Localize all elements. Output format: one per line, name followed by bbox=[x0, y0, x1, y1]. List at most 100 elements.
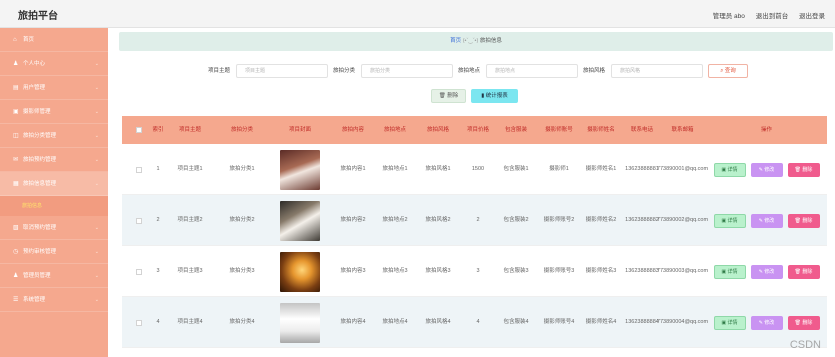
operations-cell: ▣ 详情 ✎ 修改 🗑 删除 bbox=[706, 246, 827, 297]
delete-button[interactable]: 🗑 删除 bbox=[787, 315, 820, 330]
column-header: 旅拍地点 bbox=[383, 127, 406, 133]
cover-cell bbox=[272, 144, 328, 195]
chevron-down-icon: ⌄ bbox=[94, 273, 99, 279]
cell-style: 旅拍风格2 bbox=[425, 217, 451, 223]
stats-report-label: 统计报表 bbox=[485, 93, 508, 99]
main-content: 首页 (•ˇ‿ˇ•) 旅拍信息 项目主题 项目主题 旅拍分类 旅拍分类 旅拍地点… bbox=[108, 28, 835, 357]
row-checkbox-cell bbox=[134, 144, 144, 195]
detail-button[interactable]: ▣ 详情 bbox=[713, 264, 746, 279]
sidebar-item[interactable]: ◫ 旅拍分类管理 ⌄ bbox=[0, 124, 108, 148]
edit-button[interactable]: ✎ 修改 bbox=[750, 213, 783, 228]
cell-email: 773890001@qq.com bbox=[656, 166, 709, 172]
delete-label: 删除 bbox=[802, 319, 813, 326]
table-row: 2 项目主题2 旅拍分类2 旅拍内容2 旅拍地点2 旅拍风格2 2 包含服装2 摄影师账号2 摄影… bbox=[122, 195, 827, 246]
sidebar-item[interactable]: ▧ 取消预约管理 ⌄ bbox=[0, 216, 108, 240]
cell-index: 3 bbox=[156, 268, 160, 274]
cancel-icon: ▧ bbox=[13, 225, 19, 231]
detail-label: 详情 bbox=[727, 319, 738, 326]
detail-label: 详情 bbox=[727, 166, 738, 173]
sidebar-item-label: 摄影师管理 bbox=[23, 109, 51, 115]
cover-image[interactable] bbox=[280, 251, 320, 292]
edit-label: 修改 bbox=[764, 268, 775, 275]
search-input-theme[interactable]: 项目主题 bbox=[236, 64, 328, 78]
logout-link[interactable]: 退出登录 bbox=[799, 13, 825, 20]
sidebar-item[interactable]: ⌂ 首页 bbox=[0, 28, 108, 52]
sidebar: ⌂ 首页 ♟ 个人中心 ⌄ ▤ 用户管理 ⌄ ▣ 摄影师管理 ⌄ ◫ 旅拍分类管理 ⌄ ✉ 旅拍预约管理 ⌄ ▦ 旅… bbox=[0, 28, 108, 357]
cell-place: 旅拍地点4 bbox=[382, 319, 408, 325]
row-checkbox[interactable] bbox=[136, 166, 142, 173]
cover-cell bbox=[272, 246, 328, 297]
breadcrumb-home[interactable]: 首页 bbox=[450, 38, 461, 44]
cell-phone: 13623888882 bbox=[625, 217, 659, 223]
cell-account: 摄影师1 bbox=[549, 166, 569, 172]
chevron-down-icon: ⌄ bbox=[94, 225, 99, 231]
search-label-place: 旅拍地点 bbox=[458, 68, 481, 74]
cell-theme: 项目主题2 bbox=[177, 217, 203, 223]
detail-button[interactable]: ▣ 详情 bbox=[713, 213, 746, 228]
column-header: 项目封面 bbox=[288, 127, 311, 133]
stats-report-button[interactable]: ▮ 统计报表 bbox=[471, 89, 518, 103]
cell-content: 旅拍内容4 bbox=[340, 319, 366, 325]
detail-button[interactable]: ▣ 详情 bbox=[713, 162, 746, 177]
system-icon: ☰ bbox=[13, 297, 19, 303]
search-input-category[interactable]: 旅拍分类 bbox=[361, 64, 453, 78]
cell-price: 2 bbox=[476, 217, 480, 223]
watermark: CSDN bbox=[789, 339, 821, 351]
sidebar-item[interactable]: ✉ 旅拍预约管理 ⌄ bbox=[0, 148, 108, 172]
sidebar-item[interactable]: ▦ 旅拍信息管理 ⌄ bbox=[0, 172, 108, 196]
delete-button[interactable]: 🗑 删除 bbox=[787, 162, 820, 177]
column-header: 项目主题 bbox=[178, 127, 201, 133]
row-checkbox[interactable] bbox=[136, 268, 142, 275]
sidebar-item[interactable]: ▤ 用户管理 ⌄ bbox=[0, 76, 108, 100]
cell-account: 摄影师账号4 bbox=[543, 319, 575, 325]
cover-image[interactable] bbox=[280, 200, 320, 241]
delete-button[interactable]: 🗑 删除 bbox=[787, 264, 820, 279]
category-icon: ◫ bbox=[13, 133, 19, 139]
admin-icon: ♟ bbox=[13, 273, 19, 279]
sidebar-item[interactable]: ☰ 系统管理 ⌄ bbox=[0, 288, 108, 312]
chevron-down-icon: ⌄ bbox=[94, 157, 99, 163]
operations-cell: ▣ 详情 ✎ 修改 🗑 删除 bbox=[706, 144, 827, 195]
delete-button[interactable]: 🗑 删除 bbox=[787, 213, 820, 228]
detail-button[interactable]: ▣ 详情 bbox=[713, 315, 746, 330]
cover-image[interactable] bbox=[280, 302, 320, 343]
column-header: 索引 bbox=[152, 127, 164, 133]
search-input-style[interactable]: 旅拍风格 bbox=[611, 64, 703, 78]
edit-button[interactable]: ✎ 修改 bbox=[750, 315, 783, 330]
cell-category: 旅拍分类3 bbox=[229, 268, 255, 274]
sidebar-item-label: 首页 bbox=[23, 37, 35, 43]
order-icon: ✉ bbox=[13, 157, 19, 163]
cell-name: 摄影师姓名2 bbox=[585, 217, 617, 223]
cell-content: 旅拍内容2 bbox=[340, 217, 366, 223]
batch-delete-button[interactable]: 🗑 删除 bbox=[431, 89, 466, 103]
cell-name: 摄影师姓名1 bbox=[585, 166, 617, 172]
sidebar-item-label: 旅拍分类管理 bbox=[23, 133, 57, 139]
row-checkbox[interactable] bbox=[136, 319, 142, 326]
search-button[interactable]: ⌕ 查询 bbox=[708, 64, 748, 78]
chevron-down-icon: ⌄ bbox=[94, 297, 99, 303]
column-header: 旅拍风格 bbox=[426, 127, 449, 133]
sidebar-item[interactable]: ♟ 个人中心 ⌄ bbox=[0, 52, 108, 76]
sidebar-item-label: 预约审核管理 bbox=[23, 249, 57, 255]
sidebar-subitem[interactable]: 旅拍信息 bbox=[0, 196, 108, 216]
search-label-category: 旅拍分类 bbox=[333, 68, 356, 74]
search-input-place[interactable]: 旅拍地点 bbox=[486, 64, 578, 78]
search-button-label: 查询 bbox=[724, 68, 736, 74]
edit-button[interactable]: ✎ 修改 bbox=[750, 162, 783, 177]
cell-clothes: 包含服装4 bbox=[503, 319, 529, 325]
cover-image[interactable] bbox=[280, 149, 320, 190]
cell-clothes: 包含服装3 bbox=[503, 268, 529, 274]
row-checkbox[interactable] bbox=[136, 217, 142, 224]
back-to-front-link[interactable]: 退出到前台 bbox=[756, 13, 789, 20]
select-all-checkbox[interactable] bbox=[136, 127, 142, 133]
sidebar-item[interactable]: ▣ 摄影师管理 ⌄ bbox=[0, 100, 108, 124]
cell-email: 773890002@qq.com bbox=[656, 217, 709, 223]
row-actions: ▣ 详情 ✎ 修改 🗑 删除 bbox=[713, 315, 820, 330]
sidebar-item[interactable]: ◷ 预约审核管理 ⌄ bbox=[0, 240, 108, 264]
cell-price: 4 bbox=[476, 319, 480, 325]
edit-button[interactable]: ✎ 修改 bbox=[750, 264, 783, 279]
detail-label: 详情 bbox=[727, 268, 738, 275]
sidebar-item[interactable]: ♟ 管理员管理 ⌄ bbox=[0, 264, 108, 288]
chevron-down-icon: ⌄ bbox=[94, 249, 99, 255]
table-row: 3 项目主题3 旅拍分类3 旅拍内容3 旅拍地点3 旅拍风格3 3 包含服装3 摄影师账号3 摄影… bbox=[122, 246, 827, 297]
